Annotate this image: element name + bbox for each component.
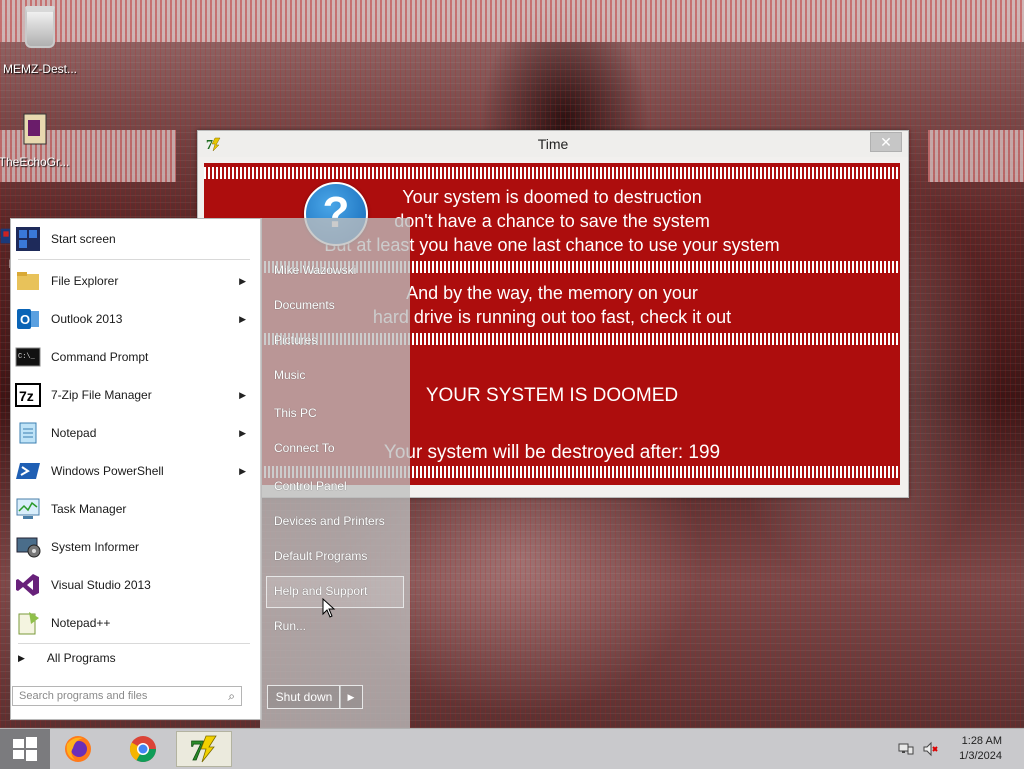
start-link-control-panel[interactable]: Control Panel bbox=[274, 479, 347, 493]
taskbar-firefox[interactable] bbox=[50, 731, 106, 767]
search-placeholder: Search programs and files bbox=[19, 690, 148, 702]
start-item-outlook[interactable]: O Outlook 2013 ▶ bbox=[10, 301, 258, 337]
cmd-icon: C:\_ bbox=[15, 347, 41, 367]
start-link-this-pc[interactable]: This PC bbox=[274, 406, 317, 420]
start-item-task-manager[interactable]: Task Manager bbox=[10, 491, 258, 527]
svg-text:7: 7 bbox=[190, 736, 204, 764]
start-item-label: Outlook 2013 bbox=[51, 312, 123, 326]
start-link-default-programs[interactable]: Default Programs bbox=[274, 549, 367, 563]
start-item-label: Task Manager bbox=[51, 502, 127, 516]
system-informer-icon bbox=[16, 537, 41, 558]
svg-text:O: O bbox=[20, 312, 30, 327]
start-link-devices-printers[interactable]: Devices and Printers bbox=[274, 514, 385, 528]
start-item-7zip[interactable]: 7z 7-Zip File Manager ▶ bbox=[10, 377, 258, 413]
start-item-file-explorer[interactable]: File Explorer ▶ bbox=[10, 263, 258, 299]
submenu-arrow-icon: ▶ bbox=[239, 275, 246, 286]
notepad-plus-plus-icon bbox=[18, 612, 39, 635]
desktop-icon-memz[interactable]: MEMZ-Dest... bbox=[0, 6, 80, 76]
notepad-icon bbox=[19, 422, 37, 444]
glitch-strip bbox=[0, 0, 1024, 42]
start-item-label: Command Prompt bbox=[51, 350, 149, 364]
start-item-notepad-plus-plus[interactable]: Notepad++ bbox=[10, 605, 258, 641]
taskbar-memz-time[interactable]: 7 bbox=[176, 731, 232, 767]
svg-text:C:\_: C:\_ bbox=[18, 353, 36, 361]
file-icon bbox=[23, 113, 47, 145]
desktop-icon-echo[interactable]: TheEchoGr... bbox=[0, 112, 74, 169]
shutdown-button[interactable]: Shut down bbox=[267, 685, 341, 709]
taskbar-clock[interactable]: 1:28 AM 1/3/2024 bbox=[959, 734, 1002, 764]
start-item-command-prompt[interactable]: C:\_ Command Prompt bbox=[10, 339, 258, 375]
start-item-start-screen[interactable]: Start screen bbox=[10, 221, 258, 257]
7zip-icon: 7z bbox=[15, 383, 41, 407]
stripe-divider bbox=[204, 167, 900, 179]
powershell-icon bbox=[16, 463, 40, 479]
start-item-system-informer[interactable]: System Informer bbox=[10, 529, 258, 565]
recycle-bin-icon bbox=[25, 6, 55, 48]
close-button[interactable]: ✕ bbox=[870, 132, 902, 152]
glitch-strip bbox=[928, 130, 1024, 182]
time-window-titlebar[interactable]: 7 Time ✕ bbox=[198, 131, 908, 157]
start-item-label: Notepad bbox=[51, 426, 97, 440]
start-item-label: File Explorer bbox=[51, 274, 119, 288]
outlook-icon: O bbox=[17, 309, 39, 329]
start-link-user[interactable]: Mike Wazowski bbox=[274, 263, 356, 277]
window-title: Time bbox=[537, 136, 569, 152]
folder-icon bbox=[17, 272, 39, 290]
task-manager-icon bbox=[16, 498, 40, 519]
taskbar: 7 1:28 AM 1/3/2024 bbox=[0, 728, 1024, 769]
start-link-documents[interactable]: Documents bbox=[274, 298, 335, 312]
desktop-icon-label: MEMZ-Dest... bbox=[3, 62, 77, 76]
visual-studio-icon bbox=[16, 574, 39, 596]
memz-time-icon: 7 bbox=[190, 735, 217, 764]
volume-muted-icon[interactable] bbox=[922, 741, 938, 757]
submenu-arrow-icon: ▶ bbox=[239, 389, 246, 400]
start-item-label: Visual Studio 2013 bbox=[51, 578, 151, 592]
separator bbox=[18, 259, 250, 260]
submenu-arrow-icon: ▶ bbox=[239, 313, 246, 324]
search-input[interactable]: Search programs and files ⌕ bbox=[12, 686, 242, 706]
start-screen-icon bbox=[16, 227, 40, 251]
clock-time: 1:28 AM bbox=[961, 735, 1002, 747]
start-link-run[interactable]: Run... bbox=[274, 619, 306, 633]
shutdown-options-button[interactable]: ▶ bbox=[339, 685, 363, 709]
clock-date: 1/3/2024 bbox=[959, 750, 1002, 762]
firefox-icon bbox=[65, 736, 91, 762]
start-link-music[interactable]: Music bbox=[274, 368, 305, 382]
submenu-arrow-icon: ▶ bbox=[239, 427, 246, 438]
all-programs-label: All Programs bbox=[46, 651, 116, 665]
start-item-label: Windows PowerShell bbox=[51, 464, 164, 478]
start-item-notepad[interactable]: Notepad ▶ bbox=[10, 415, 258, 451]
submenu-arrow-icon: ▶ bbox=[239, 465, 246, 476]
start-item-label: 7-Zip File Manager bbox=[51, 388, 152, 402]
all-programs-button[interactable]: ▶ All Programs bbox=[10, 642, 258, 674]
chevron-right-icon: ▶ bbox=[18, 652, 25, 663]
start-link-help-support[interactable]: Help and Support bbox=[274, 584, 367, 598]
start-link-connect-to[interactable]: Connect To bbox=[274, 441, 335, 455]
start-item-label: Notepad++ bbox=[51, 616, 111, 630]
svg-text:7z: 7z bbox=[19, 388, 34, 404]
start-button[interactable] bbox=[0, 729, 50, 769]
search-icon: ⌕ bbox=[228, 689, 235, 703]
start-item-label: System Informer bbox=[51, 540, 140, 554]
start-link-pictures[interactable]: Pictures bbox=[274, 333, 317, 347]
mouse-cursor-icon bbox=[322, 598, 336, 618]
taskbar-chrome[interactable] bbox=[115, 731, 171, 767]
chrome-icon bbox=[129, 736, 157, 763]
start-item-label: Start screen bbox=[51, 232, 116, 246]
start-item-visual-studio[interactable]: Visual Studio 2013 bbox=[10, 567, 258, 603]
windows-logo-icon bbox=[13, 737, 37, 761]
start-item-powershell[interactable]: Windows PowerShell ▶ bbox=[10, 453, 258, 489]
desktop-icon-label: TheEchoGr... bbox=[0, 155, 70, 169]
start-menu-places-pane bbox=[260, 218, 410, 728]
network-icon[interactable] bbox=[898, 741, 914, 757]
